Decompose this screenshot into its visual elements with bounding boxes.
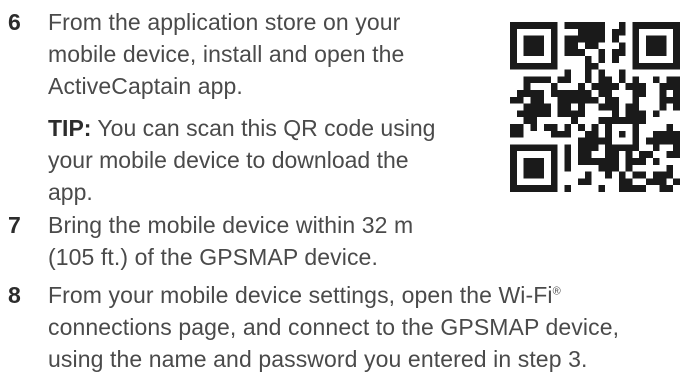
step-line: From your mobile device settings, open t… <box>48 279 619 311</box>
tip-text: You can scan this QR code using <box>91 115 436 141</box>
step-number: 6 <box>8 9 21 35</box>
step-number: 7 <box>8 212 21 238</box>
step-text: From your mobile device settings, open t… <box>48 279 619 375</box>
step-text: Bring the mobile device within 32 m (105… <box>48 209 413 273</box>
step-text: From the application store on your mobil… <box>48 6 404 102</box>
step-number: 8 <box>8 282 21 308</box>
tip-note: TIP: You can scan this QR code using you… <box>48 112 435 208</box>
tip-line: app. <box>48 179 93 205</box>
tip-label: TIP: <box>48 115 92 141</box>
step-line: (105 ft.) of the GPSMAP device. <box>48 244 378 270</box>
step-line: ActiveCaptain app. <box>48 73 243 99</box>
step-line: mobile device, install and open the <box>48 41 405 67</box>
tip-line: TIP: You can scan this QR code using <box>48 112 435 144</box>
step-text-wifi: From your mobile device settings, open t… <box>48 282 553 308</box>
registered-mark: ® <box>552 285 561 298</box>
step-line: From the application store on your <box>48 9 401 35</box>
step-line: Bring the mobile device within 32 m <box>48 212 414 238</box>
step-line: connections page, and connect to the GPS… <box>48 314 620 340</box>
tip-line: your mobile device to download the <box>48 147 409 173</box>
step-line: using the name and password you entered … <box>48 346 588 372</box>
qr-code-icon[interactable] <box>510 22 680 192</box>
